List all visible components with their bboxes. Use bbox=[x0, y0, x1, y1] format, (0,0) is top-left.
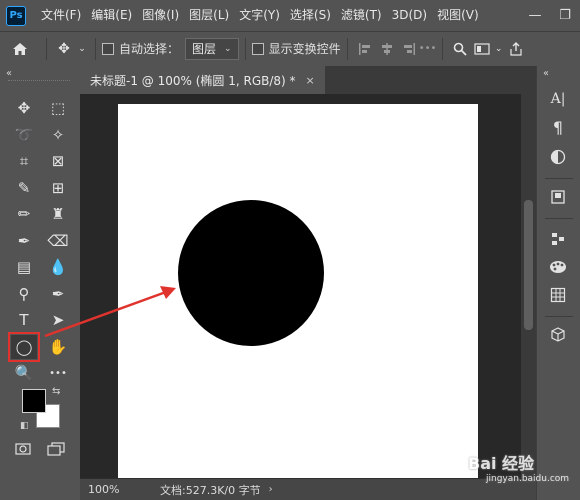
auto-select-target-value: 图层 bbox=[192, 42, 217, 56]
window-controls: — ❐ bbox=[520, 0, 580, 31]
document-canvas[interactable] bbox=[118, 104, 478, 478]
vertical-scrollbar[interactable] bbox=[521, 94, 536, 478]
more-options-icon[interactable]: ••• bbox=[419, 43, 437, 54]
home-icon[interactable] bbox=[0, 42, 40, 56]
divider bbox=[244, 37, 246, 60]
divider bbox=[545, 218, 573, 219]
divider bbox=[545, 178, 573, 179]
divider bbox=[95, 37, 96, 60]
restore-icon[interactable]: ❐ bbox=[550, 8, 580, 23]
photoshop-logo-icon[interactable]: Ps bbox=[6, 5, 26, 26]
type-tool-icon[interactable]: T bbox=[11, 308, 37, 332]
libraries-panel-icon[interactable] bbox=[545, 186, 571, 208]
table-panel-icon[interactable] bbox=[545, 284, 571, 306]
document-info: 文档:527.3K/0 字节 bbox=[160, 483, 261, 497]
brush-tool-icon[interactable]: ✏ bbox=[11, 202, 37, 226]
workspace-icon[interactable] bbox=[471, 42, 493, 55]
swatches-panel-icon[interactable] bbox=[545, 256, 571, 278]
properties-panel-icon[interactable] bbox=[545, 228, 571, 250]
auto-select-label: 自动选择： bbox=[119, 42, 180, 56]
blur-tool-icon[interactable]: 💧 bbox=[45, 255, 71, 279]
hand-tool-icon[interactable]: ✋ bbox=[45, 335, 71, 359]
share-icon[interactable] bbox=[505, 41, 527, 56]
align-right-icon[interactable] bbox=[398, 42, 420, 56]
crop-tool-icon[interactable]: ⌗ bbox=[11, 149, 37, 173]
options-bar: ✥ ⌄ 自动选择： 图层 ⌄ 显示变换控件 ••• ⌄ bbox=[0, 31, 580, 65]
show-transform-label: 显示变换控件 bbox=[268, 42, 341, 56]
move-tool-preset-icon[interactable]: ✥ bbox=[53, 41, 75, 57]
chevron-down-icon[interactable]: ⌄ bbox=[493, 44, 505, 54]
menu-edit[interactable]: 编辑(E) bbox=[86, 0, 137, 31]
menu-type[interactable]: 文字(Y) bbox=[234, 0, 285, 31]
quick-mask-icon[interactable] bbox=[12, 440, 34, 458]
menu-select[interactable]: 选择(S) bbox=[285, 0, 336, 31]
frame-tool-icon[interactable]: ⊠ bbox=[45, 149, 71, 173]
divider bbox=[441, 37, 443, 60]
3d-panel-icon[interactable] bbox=[545, 324, 571, 346]
panel-grip[interactable] bbox=[8, 80, 70, 84]
auto-select-checkbox[interactable] bbox=[102, 42, 114, 55]
pen-tool-icon[interactable]: ✒ bbox=[45, 282, 71, 306]
menu-file[interactable]: 文件(F) bbox=[36, 0, 86, 31]
dodge-tool-icon[interactable]: ⚲ bbox=[11, 282, 37, 306]
move-tool-icon[interactable]: ✥ bbox=[11, 96, 37, 120]
lasso-tool-icon[interactable]: ➰ bbox=[11, 123, 37, 147]
collapse-panel-icon[interactable]: ‹‹ bbox=[6, 68, 12, 79]
divider bbox=[346, 37, 348, 60]
scrollbar-thumb[interactable] bbox=[524, 200, 533, 330]
auto-select-target-dropdown[interactable]: 图层 ⌄ bbox=[185, 37, 239, 60]
eraser-tool-icon[interactable]: ⌫ bbox=[45, 229, 71, 253]
chevron-right-icon[interactable]: › bbox=[269, 484, 273, 495]
adjustments-panel-icon[interactable] bbox=[545, 146, 571, 168]
gradient-tool-icon[interactable]: ▤ bbox=[11, 255, 37, 279]
document-tab-bar: 未标题-1 @ 100% (椭圆 1, RGB/8) * × bbox=[80, 66, 536, 94]
marquee-tool-icon[interactable]: ⬚ bbox=[45, 96, 71, 120]
align-center-icon[interactable] bbox=[376, 42, 398, 56]
clone-stamp-tool-icon[interactable]: ♜ bbox=[45, 202, 71, 226]
menu-bar: Ps 文件(F) 编辑(E) 图像(I) 图层(L) 文字(Y) 选择(S) 滤… bbox=[0, 0, 580, 31]
document-tab-title: 未标题-1 @ 100% (椭圆 1, RGB/8) * bbox=[90, 73, 296, 88]
magic-wand-tool-icon[interactable]: ✧ bbox=[45, 123, 71, 147]
ellipse-shape[interactable] bbox=[178, 200, 324, 346]
menu-3d[interactable]: 3D(D) bbox=[387, 0, 432, 31]
search-icon[interactable] bbox=[449, 42, 471, 56]
foreground-color-swatch[interactable] bbox=[22, 389, 46, 413]
swap-colors-icon[interactable]: ⇆ bbox=[52, 386, 60, 397]
history-brush-tool-icon[interactable]: ✒ bbox=[11, 229, 37, 253]
default-colors-icon[interactable]: ◧ bbox=[20, 421, 29, 431]
patch-tool-icon[interactable]: ⊞ bbox=[45, 176, 71, 200]
ellipse-tool-icon[interactable]: ◯ bbox=[8, 331, 40, 362]
divider bbox=[545, 316, 573, 317]
menu-layer[interactable]: 图层(L) bbox=[184, 0, 234, 31]
menu-view[interactable]: 视图(V) bbox=[432, 0, 484, 31]
align-left-icon[interactable] bbox=[354, 42, 376, 56]
menu-filter[interactable]: 滤镜(T) bbox=[336, 0, 387, 31]
paragraph-panel-icon[interactable]: ¶ bbox=[545, 116, 571, 138]
zoom-tool-icon[interactable]: 🔍 bbox=[11, 361, 37, 385]
minimize-icon[interactable]: — bbox=[520, 8, 550, 23]
canvas-area[interactable] bbox=[80, 94, 521, 478]
zoom-level[interactable]: 100% bbox=[88, 483, 136, 496]
chevron-down-icon[interactable]: ⌄ bbox=[75, 44, 89, 54]
menu-image[interactable]: 图像(I) bbox=[137, 0, 184, 31]
status-bar: 100% 文档:527.3K/0 字节 › bbox=[80, 478, 536, 500]
right-panel-dock: ‹‹ A| ¶ bbox=[536, 66, 580, 500]
show-transform-checkbox[interactable] bbox=[251, 42, 264, 55]
eyedropper-tool-icon[interactable]: ✎ bbox=[11, 176, 37, 200]
chevron-down-icon: ⌄ bbox=[224, 43, 232, 54]
character-panel-icon[interactable]: A| bbox=[545, 88, 571, 110]
screen-mode-icon[interactable] bbox=[44, 440, 68, 458]
more-tools-icon[interactable]: ••• bbox=[45, 361, 71, 385]
path-selection-tool-icon[interactable]: ➤ bbox=[45, 308, 71, 332]
document-tab[interactable]: 未标题-1 @ 100% (椭圆 1, RGB/8) * × bbox=[80, 66, 325, 94]
close-icon[interactable]: × bbox=[306, 74, 315, 87]
divider bbox=[46, 37, 47, 60]
collapse-panel-icon[interactable]: ‹‹ bbox=[543, 68, 549, 79]
